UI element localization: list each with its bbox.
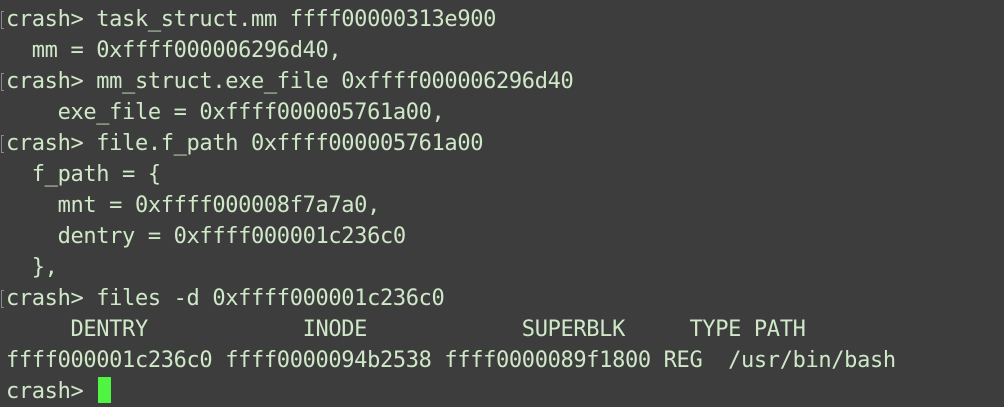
terminal-line-command: crash> files -d 0xffff000001c236c0 (0, 283, 1004, 314)
terminal-line-output: exe_file = 0xffff000005761a00, (6, 100, 445, 125)
terminal-line-command: crash> mm_struct.exe_file 0xffff00000629… (0, 66, 1004, 97)
files-table-row: ffff000001c236c0 ffff0000094b2538 ffff00… (6, 348, 896, 373)
terminal-line-command: crash> file.f_path 0xffff000005761a00 (0, 128, 1004, 159)
terminal-line-output: mnt = 0xffff000008f7a7a0, (6, 193, 381, 218)
terminal-window[interactable]: crash> task_struct.mm ffff00000313e900 m… (0, 0, 1004, 407)
terminal-input-line[interactable]: crash> (0, 376, 1004, 407)
terminal-line-command: crash> task_struct.mm ffff00000313e900 (0, 4, 1004, 35)
terminal-line-output: f_path = { (6, 162, 161, 187)
terminal-line-output: mm = 0xffff000006296d40, (6, 38, 342, 63)
terminal-cursor (98, 377, 112, 403)
files-table-header: DENTRY INODE SUPERBLK TYPE PATH (6, 317, 806, 342)
current-prompt: crash> (6, 379, 97, 404)
terminal-line-output: }, (6, 255, 58, 280)
terminal-line-output: dentry = 0xffff000001c236c0 (6, 224, 407, 249)
